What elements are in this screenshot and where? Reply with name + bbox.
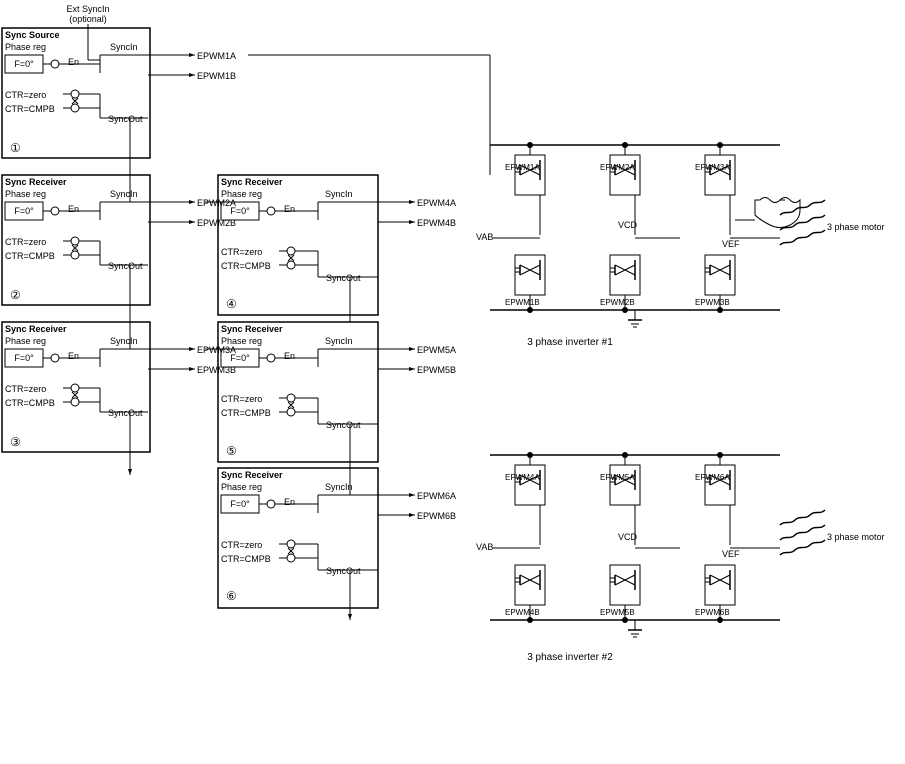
svg-text:CTR=zero: CTR=zero (221, 247, 262, 257)
svg-text:3 phase inverter #2: 3 phase inverter #2 (527, 652, 613, 663)
optional-label: (optional) (69, 14, 107, 24)
svg-text:SyncIn: SyncIn (325, 189, 353, 199)
svg-text:En: En (68, 351, 79, 361)
diagram: Ext SyncIn (optional) Sync Source Phase … (0, 0, 905, 764)
svg-text:EPWM5B: EPWM5B (600, 608, 635, 617)
svg-text:Phase reg: Phase reg (221, 482, 262, 492)
svg-text:EPWM2B: EPWM2B (600, 298, 635, 307)
svg-text:SyncOut: SyncOut (326, 420, 361, 430)
svg-text:SyncIn: SyncIn (325, 482, 353, 492)
svg-text:EPWM1A: EPWM1A (197, 51, 236, 61)
svg-text:⑥: ⑥ (226, 589, 237, 603)
svg-text:F=0°: F=0° (14, 59, 34, 69)
svg-text:EPWM3B: EPWM3B (695, 298, 730, 307)
svg-text:EPWM6B: EPWM6B (695, 608, 730, 617)
svg-text:SyncIn: SyncIn (110, 189, 138, 199)
svg-text:3 phase motor: 3 phase motor (827, 532, 885, 542)
svg-text:SyncOut: SyncOut (326, 273, 361, 283)
svg-text:VEF: VEF (722, 549, 740, 559)
svg-text:SyncIn: SyncIn (110, 336, 138, 346)
svg-text:Sync Receiver: Sync Receiver (5, 324, 67, 334)
svg-text:④: ④ (226, 297, 237, 311)
svg-text:CTR=CMPB: CTR=CMPB (221, 261, 271, 271)
svg-text:CTR=CMPB: CTR=CMPB (221, 408, 271, 418)
svg-text:EPWM1B: EPWM1B (505, 298, 540, 307)
svg-text:EPWM1B: EPWM1B (197, 71, 236, 81)
svg-text:CTR=zero: CTR=zero (221, 540, 262, 550)
svg-text:En: En (284, 204, 295, 214)
svg-text:EPWM6A: EPWM6A (417, 491, 456, 501)
svg-text:Sync Source: Sync Source (5, 30, 60, 40)
svg-text:F=0°: F=0° (14, 353, 34, 363)
svg-text:EPWM5A: EPWM5A (417, 345, 456, 355)
ext-sync-label: Ext SyncIn (66, 4, 109, 14)
svg-text:VCD: VCD (618, 220, 638, 230)
svg-text:EPWM4B: EPWM4B (417, 218, 456, 228)
svg-text:EPWM6B: EPWM6B (417, 511, 456, 521)
svg-text:3 phase inverter #1: 3 phase inverter #1 (527, 337, 613, 348)
svg-text:VEF: VEF (722, 239, 740, 249)
svg-text:CTR=zero: CTR=zero (5, 90, 46, 100)
svg-text:①: ① (10, 141, 21, 155)
svg-text:VAB: VAB (476, 542, 493, 552)
svg-text:Sync Receiver: Sync Receiver (5, 177, 67, 187)
svg-text:⑤: ⑤ (226, 444, 237, 458)
svg-text:SyncIn: SyncIn (110, 42, 138, 52)
svg-text:②: ② (10, 288, 21, 302)
svg-text:Phase reg: Phase reg (5, 189, 46, 199)
svg-text:F=0°: F=0° (14, 206, 34, 216)
svg-text:CTR=zero: CTR=zero (5, 237, 46, 247)
svg-text:EPWM4B: EPWM4B (505, 608, 540, 617)
svg-text:CTR=zero: CTR=zero (221, 394, 262, 404)
svg-text:SyncOut: SyncOut (108, 114, 143, 124)
svg-text:Phase reg: Phase reg (5, 42, 46, 52)
svg-text:Phase reg: Phase reg (221, 189, 262, 199)
svg-text:3 phase motor: 3 phase motor (827, 222, 885, 232)
svg-text:En: En (68, 204, 79, 214)
svg-text:VAB: VAB (476, 232, 493, 242)
svg-text:En: En (284, 497, 295, 507)
svg-text:EPWM5B: EPWM5B (417, 365, 456, 375)
svg-text:VCD: VCD (618, 532, 638, 542)
svg-text:Phase reg: Phase reg (5, 336, 46, 346)
svg-text:CTR=CMPB: CTR=CMPB (5, 104, 55, 114)
svg-text:CTR=CMPB: CTR=CMPB (5, 398, 55, 408)
svg-text:F=0°: F=0° (230, 353, 250, 363)
svg-text:En: En (68, 57, 79, 67)
svg-text:EPWM4A: EPWM4A (417, 198, 456, 208)
svg-text:F=0°: F=0° (230, 206, 250, 216)
svg-text:Sync Receiver: Sync Receiver (221, 177, 283, 187)
svg-text:CTR=CMPB: CTR=CMPB (5, 251, 55, 261)
svg-text:③: ③ (10, 435, 21, 449)
svg-text:CTR=CMPB: CTR=CMPB (221, 554, 271, 564)
svg-text:SyncOut: SyncOut (108, 261, 143, 271)
svg-text:En: En (284, 351, 295, 361)
svg-text:CTR=zero: CTR=zero (5, 384, 46, 394)
svg-text:F=0°: F=0° (230, 499, 250, 509)
svg-text:Sync Receiver: Sync Receiver (221, 470, 283, 480)
svg-text:SyncOut: SyncOut (326, 566, 361, 576)
svg-text:Phase reg: Phase reg (221, 336, 262, 346)
svg-text:SyncIn: SyncIn (325, 336, 353, 346)
svg-text:SyncOut: SyncOut (108, 408, 143, 418)
svg-text:Sync Receiver: Sync Receiver (221, 324, 283, 334)
